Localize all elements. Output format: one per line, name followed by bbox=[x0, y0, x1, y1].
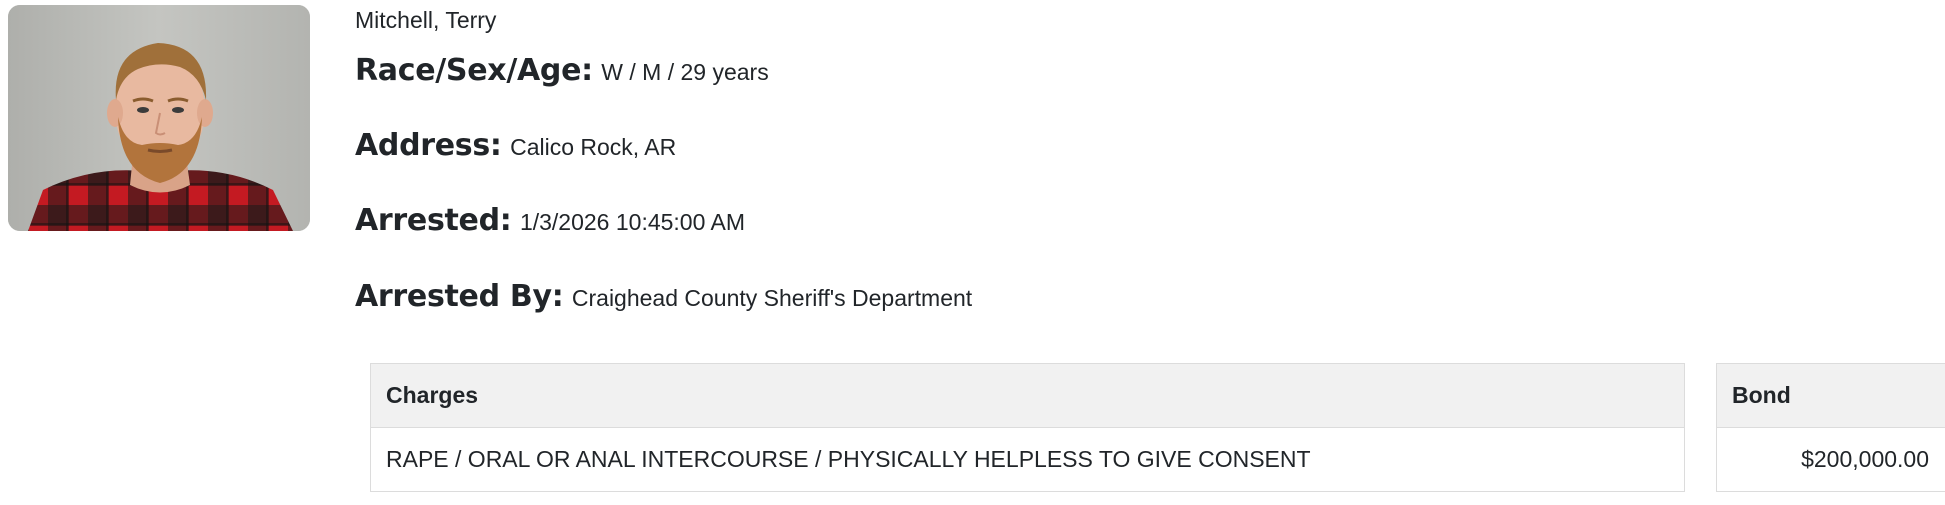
arrested-by-label: Arrested By: bbox=[355, 279, 564, 314]
mugshot-photo bbox=[8, 5, 310, 231]
bond-cell: $200,000.00 bbox=[1716, 427, 1945, 492]
arrested-label: Arrested: bbox=[355, 203, 512, 238]
charges-table: Charges RAPE / ORAL OR ANAL INTERCOURSE … bbox=[370, 363, 1685, 492]
table-row: $200,000.00 bbox=[1716, 427, 1945, 492]
person-name: Mitchell, Terry bbox=[355, 7, 497, 33]
bond-header: Bond bbox=[1716, 363, 1945, 428]
person-photo-icon bbox=[8, 5, 310, 231]
race-sex-age-label: Race/Sex/Age: bbox=[355, 53, 593, 88]
address-label: Address: bbox=[355, 128, 502, 163]
race-sex-age-value: W / M / 29 years bbox=[601, 59, 769, 85]
address-value: Calico Rock, AR bbox=[510, 134, 677, 160]
table-row: RAPE / ORAL OR ANAL INTERCOURSE / PHYSIC… bbox=[370, 427, 1685, 492]
bond-table: Bond $200,000.00 bbox=[1716, 363, 1945, 492]
arrested-value: 1/3/2026 10:45:00 AM bbox=[519, 209, 746, 235]
arrested-by-row: Arrested By: Craighead County Sheriff's … bbox=[355, 277, 972, 322]
address-row: Address: Calico Rock, AR bbox=[355, 126, 676, 171]
charges-header: Charges bbox=[370, 363, 1685, 428]
race-sex-age-row: Race/Sex/Age: W / M / 29 years bbox=[355, 51, 769, 96]
charge-cell: RAPE / ORAL OR ANAL INTERCOURSE / PHYSIC… bbox=[370, 427, 1685, 492]
arrested-row: Arrested: 1/3/2026 10:45:00 AM bbox=[355, 201, 745, 246]
bond-header-row: Bond bbox=[1716, 363, 1945, 428]
arrested-by-value: Craighead County Sheriff's Department bbox=[571, 285, 973, 311]
charges-header-row: Charges bbox=[370, 363, 1685, 428]
